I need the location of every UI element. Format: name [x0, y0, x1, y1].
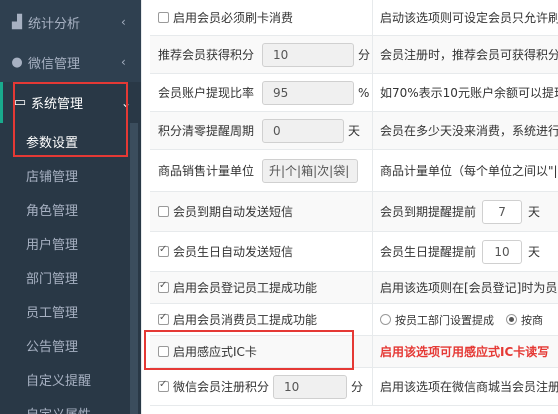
birthday-days-input[interactable]: 10: [482, 239, 523, 264]
setting-label: 商品销售计量单位: [158, 164, 255, 178]
setting-label-cell: 会员账户提现比率 95 %: [150, 74, 373, 111]
table-row: 启用会员消费员工提成功能 按员工部门设置提成 按商: [150, 304, 558, 336]
monitor-icon: ▭: [13, 95, 27, 110]
setting-desc-cell: 会员生日提醒提前 10 天: [373, 232, 558, 271]
setting-desc: 启动该选项则可设定会员只允许刷: [380, 11, 558, 25]
checkbox[interactable]: [158, 346, 169, 357]
setting-label: 会员到期自动发送短信: [173, 205, 294, 219]
table-row: 商品销售计量单位 升|个|箱|次|袋| 商品计量单位（每个单位之间以"|: [150, 150, 558, 192]
unit-label: 天: [528, 205, 541, 219]
setting-label-cell: 启用会员消费员工提成功能: [150, 304, 373, 335]
table-row: 会员到期自动发送短信 会员到期提醒提前 7 天: [150, 192, 558, 232]
setting-desc: 会员到期提醒提前: [380, 205, 477, 219]
setting-label-cell: 微信会员注册积分 10 分: [150, 368, 373, 405]
chevron-left-icon: ‹: [121, 15, 126, 29]
setting-desc: 会员注册时，推荐会员可获得积分: [380, 48, 558, 62]
setting-label: 启用会员登记员工提成功能: [173, 281, 318, 295]
unit-list-input[interactable]: 升|个|箱|次|袋|: [262, 158, 359, 183]
radio-label: 按员工部门设置提成: [395, 313, 494, 327]
sidebar: ▟ 统计分析 ‹ ● 微信管理 ‹ ▭ 系统管理 ⌄ 参数设置 店铺管理 角色管…: [0, 0, 141, 414]
chevron-down-icon: ⌄: [121, 95, 132, 110]
sidebar-item-users[interactable]: 用户管理: [0, 229, 130, 263]
setting-label: 微信会员注册积分: [173, 380, 270, 394]
setting-label: 启用感应式IC卡: [173, 345, 257, 359]
setting-desc: 会员生日提醒提前: [380, 245, 477, 259]
setting-label-cell: 积分清零提醒周期 0 天: [150, 112, 373, 149]
nav-item-wechat[interactable]: ● 微信管理 ‹: [0, 42, 141, 82]
nav-item-label: 统计分析: [28, 16, 81, 32]
sidebar-item-roles[interactable]: 角色管理: [0, 195, 130, 229]
setting-label-cell: 商品销售计量单位 升|个|箱|次|袋|: [150, 150, 373, 191]
points-reset-period-input[interactable]: 0: [262, 118, 345, 143]
radio-label: 按商: [521, 313, 543, 327]
setting-desc: 启用该选项可用感应式IC卡读写: [373, 336, 558, 367]
radio-by-product[interactable]: [506, 314, 517, 325]
setting-label-cell: 启用会员登记员工提成功能: [150, 272, 373, 303]
sidebar-scrollbar[interactable]: [130, 123, 138, 414]
settings-panel: 启用会员必须刷卡消费 启动该选项则可设定会员只允许刷 推荐会员获得积分 10 分…: [141, 0, 558, 414]
bar-chart-icon: ▟: [12, 14, 22, 30]
table-row: 会员账户提现比率 95 % 如70%表示10元账户余额可以提现: [150, 74, 558, 112]
sidebar-item-announcements[interactable]: 公告管理: [0, 331, 130, 365]
checkbox[interactable]: [158, 244, 169, 257]
setting-desc: 商品计量单位（每个单位之间以"|: [380, 164, 558, 178]
setting-label-cell: 启用感应式IC卡: [150, 336, 373, 367]
setting-desc-cell: 按员工部门设置提成 按商: [373, 304, 558, 335]
setting-label: 会员账户提现比率: [158, 86, 255, 100]
unit-label: 分: [358, 48, 371, 62]
setting-desc: 如70%表示10元账户余额可以提现: [380, 86, 558, 100]
setting-label-cell: 会员生日自动发送短信: [150, 232, 373, 271]
setting-desc: 启用该选项在微信商城当会员注册: [380, 380, 558, 394]
checkbox[interactable]: [158, 280, 169, 293]
nav-item-label: 微信管理: [28, 56, 81, 72]
expire-days-input[interactable]: 7: [482, 199, 523, 224]
setting-label: 推荐会员获得积分: [158, 48, 255, 62]
ic-card-desc: 启用该选项可用感应式IC卡读写: [380, 345, 550, 359]
nav-item-statistics[interactable]: ▟ 统计分析 ‹: [0, 2, 141, 42]
table-row: 积分清零提醒周期 0 天 会员在多少天没来消费，系统进行: [150, 112, 558, 150]
setting-desc: 启用该选项则在[会员登记]时为员工: [380, 281, 558, 295]
setting-label: 启用会员必须刷卡消费: [173, 11, 294, 25]
sidebar-item-departments[interactable]: 部门管理: [0, 263, 130, 297]
setting-label-cell: 推荐会员获得积分 10 分: [150, 36, 373, 73]
nav-item-label: 系统管理: [31, 97, 84, 112]
sidebar-item-reminders[interactable]: 自定义提醒: [0, 365, 130, 399]
checkbox[interactable]: [158, 12, 169, 23]
table-row: 启用会员登记员工提成功能 启用该选项则在[会员登记]时为员工: [150, 272, 558, 304]
checkbox[interactable]: [158, 312, 169, 325]
sidebar-item-attributes[interactable]: 自定义属性: [0, 399, 130, 414]
withdraw-rate-input[interactable]: 95: [262, 80, 355, 105]
setting-label-cell: 启用会员必须刷卡消费: [150, 0, 373, 35]
table-row: 推荐会员获得积分 10 分 会员注册时，推荐会员可获得积分: [150, 36, 558, 74]
table-row: 启用会员必须刷卡消费 启动该选项则可设定会员只允许刷: [150, 0, 558, 36]
unit-label: 天: [528, 245, 541, 259]
setting-label: 会员生日自动发送短信: [173, 245, 294, 259]
checkbox[interactable]: [158, 206, 169, 217]
sidebar-item-stores[interactable]: 店铺管理: [0, 161, 130, 195]
table-row: 启用感应式IC卡 启用该选项可用感应式IC卡读写: [150, 336, 558, 368]
referral-points-input[interactable]: 10: [262, 42, 355, 67]
wechat-points-input[interactable]: 10: [273, 374, 348, 399]
nav-item-system[interactable]: ▭ 系统管理 ⌄: [0, 82, 141, 123]
sidebar-item-employees[interactable]: 员工管理: [0, 297, 130, 331]
setting-desc: 会员在多少天没来消费，系统进行: [380, 124, 558, 138]
setting-desc-cell: 会员到期提醒提前 7 天: [373, 192, 558, 231]
checkbox[interactable]: [158, 379, 169, 392]
unit-label: 天: [348, 124, 361, 138]
setting-label: 积分清零提醒周期: [158, 124, 255, 138]
table-row: 微信会员注册积分 10 分 启用该选项在微信商城当会员注册: [150, 368, 558, 406]
unit-label: 分: [351, 380, 364, 394]
chevron-left-icon: ‹: [121, 55, 126, 69]
radio-by-department[interactable]: [380, 314, 391, 325]
table-row: 会员生日自动发送短信 会员生日提醒提前 10 天: [150, 232, 558, 272]
setting-label: 启用会员消费员工提成功能: [173, 313, 318, 327]
unit-label: %: [358, 85, 370, 100]
sidebar-item-params[interactable]: 参数设置: [0, 127, 130, 161]
wechat-icon: ●: [11, 54, 23, 70]
setting-label-cell: 会员到期自动发送短信: [150, 192, 373, 231]
